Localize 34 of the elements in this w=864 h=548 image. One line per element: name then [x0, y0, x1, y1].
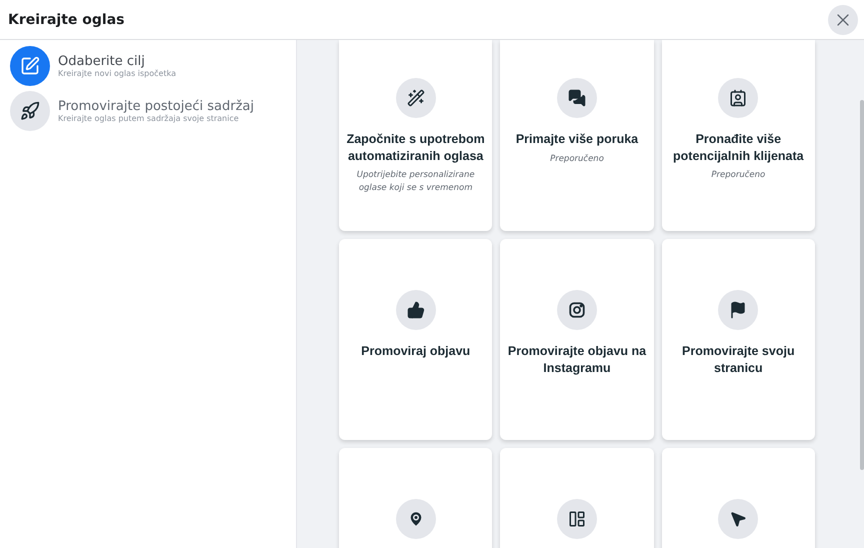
scrollbar-thumb[interactable]: [860, 100, 864, 470]
sidebar-item[interactable]: Promovirajte postojeći sadržaj Kreirajte oglas putem sadržaja svoje stranice: [10, 91, 296, 131]
magic-wand-icon: [406, 89, 425, 107]
flag-icon: [729, 301, 748, 319]
rocket-icon: [10, 91, 50, 131]
dialog-title: Kreirajte oglas: [8, 12, 124, 28]
card-title: Započnite s upotrebom automatiziranih oglasa: [346, 131, 486, 164]
objective-card[interactable]: Pronađite više potencijalnih klijenata Preporučeno: [662, 40, 815, 231]
card-subtitle: Upotrijebite personalizirane oglase koji se s vremenom: [356, 169, 476, 195]
card-title: Promoviraj objavu: [361, 343, 470, 360]
card-subtitle: Preporučeno: [550, 152, 604, 166]
item-subtitle: Kreirajte oglas putem sadržaja svoje stranice: [58, 114, 240, 123]
contact-card-icon: [729, 89, 748, 107]
pointer-icon: [729, 510, 748, 528]
chat-icon: [568, 89, 586, 107]
card-title: Promovirajte svoju stranicu: [681, 343, 796, 376]
item-title: Odaberite cilj: [58, 54, 146, 69]
objective-card[interactable]: Promovirajte svoju stranicu: [662, 239, 815, 440]
edit-icon: [10, 46, 50, 86]
item-subtitle: Kreirajte novi oglas ispočetka: [58, 69, 176, 78]
objective-card[interactable]: Promoviraj objavu: [339, 239, 492, 440]
card-title: Pronađite više potencijalnih klijenata: [672, 131, 805, 164]
thumbs-up-icon: [406, 301, 425, 319]
card-title: Primajte više poruka: [516, 131, 638, 148]
card-title: Promovirajte objavu na Instagramu: [506, 343, 648, 376]
item-title: Promovirajte postojeći sadržaj: [58, 99, 254, 114]
camera-icon: [568, 301, 586, 319]
objective-card[interactable]: Promovirajte objavu na Instagramu: [500, 239, 654, 440]
sidebar-item[interactable]: Odaberite cilj Kreirajte novi oglas ispočetka: [10, 46, 296, 86]
card-subtitle: Preporučeno: [711, 169, 766, 182]
close-button[interactable]: [828, 4, 858, 34]
layout-icon: [568, 510, 586, 528]
objective-card[interactable]: Primajte više poruka Preporučeno: [500, 40, 654, 231]
objective-card[interactable]: Započnite s upotrebom automatiziranih oglasa Upotrijebite personalizirane oglase koji se s vremenom: [339, 40, 492, 231]
